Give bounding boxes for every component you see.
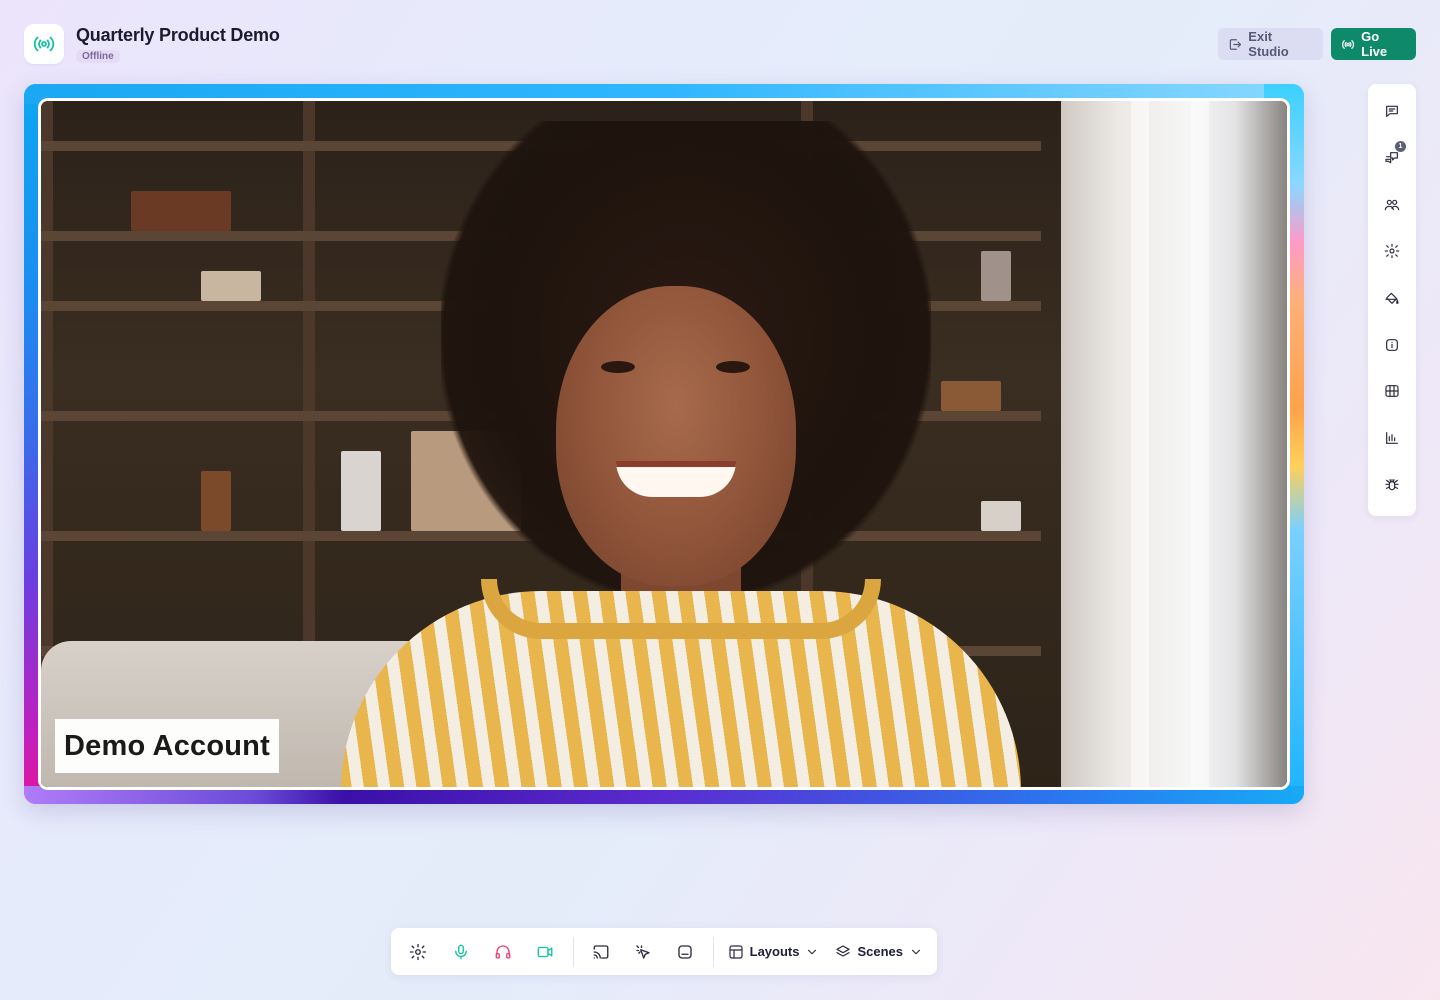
book xyxy=(131,191,231,231)
rail-settings-button[interactable] xyxy=(1376,236,1408,267)
exit-studio-button[interactable]: Exit Studio xyxy=(1218,28,1323,60)
video-scene xyxy=(41,101,1287,787)
book xyxy=(941,381,1001,411)
exit-studio-label: Exit Studio xyxy=(1248,29,1289,59)
page-title: Quarterly Product Demo xyxy=(76,25,280,45)
media-library-icon xyxy=(1385,385,1399,398)
broadcast-icon xyxy=(33,36,55,52)
settings-icon xyxy=(1384,244,1400,259)
camera-toggle[interactable] xyxy=(528,934,562,970)
participant-name-tag: Demo Account xyxy=(55,719,279,773)
cast-button[interactable] xyxy=(584,934,618,970)
shirt-collar xyxy=(481,579,881,639)
rail-branding-button[interactable] xyxy=(1376,283,1408,314)
microphone-toggle[interactable] xyxy=(443,934,477,970)
analytics-icon xyxy=(1386,432,1398,444)
scenes-label: Scenes xyxy=(857,944,904,959)
bug-icon xyxy=(1385,478,1399,490)
video-camera-icon xyxy=(537,946,553,957)
exit-icon xyxy=(1229,38,1242,50)
broadcast-stage: Demo Account xyxy=(24,84,1304,804)
person-face xyxy=(556,286,796,586)
book xyxy=(201,471,231,531)
book xyxy=(341,451,381,531)
private-chat-icon xyxy=(1385,152,1398,164)
title-block: Quarterly Product Demo Offline xyxy=(76,25,280,64)
pointer-button[interactable] xyxy=(626,934,660,970)
person-eye xyxy=(716,361,750,373)
device-settings-button[interactable] xyxy=(401,934,435,970)
curtain-fold xyxy=(1131,101,1149,787)
broadcast-logo xyxy=(24,24,64,64)
unread-badge: 1 xyxy=(1395,140,1406,152)
chat-icon xyxy=(1386,106,1398,118)
participants-icon xyxy=(1384,199,1400,210)
layers-icon xyxy=(836,944,851,957)
rail-chat-button[interactable] xyxy=(1376,96,1408,127)
chevron-down-icon xyxy=(911,949,921,954)
control-divider xyxy=(572,936,574,967)
book xyxy=(981,251,1011,301)
captions-icon xyxy=(678,944,693,959)
settings-icon xyxy=(410,943,427,960)
control-bar: Layouts Scenes xyxy=(391,928,937,975)
curtain-fold xyxy=(1191,101,1209,787)
rail-analytics-button[interactable] xyxy=(1376,423,1408,454)
layout-icon xyxy=(729,944,743,959)
book xyxy=(201,271,261,301)
headphones-toggle[interactable] xyxy=(486,934,520,970)
microphone-icon xyxy=(454,944,467,959)
rail-private-chat-button[interactable]: 1 xyxy=(1376,140,1408,174)
chevron-down-icon xyxy=(808,949,817,954)
rail-media-button[interactable] xyxy=(1376,376,1408,407)
rail-participants-button[interactable] xyxy=(1376,189,1408,220)
participant-video[interactable]: Demo Account xyxy=(38,98,1290,790)
layouts-label: Layouts xyxy=(749,944,800,959)
window xyxy=(1061,101,1287,787)
scenes-dropdown[interactable]: Scenes xyxy=(827,934,931,970)
info-icon xyxy=(1386,338,1398,351)
headphones-icon xyxy=(495,944,511,959)
book xyxy=(981,501,1021,531)
paint-bucket-icon xyxy=(1385,292,1399,304)
person-smile xyxy=(616,461,736,497)
pointer-click-icon xyxy=(636,944,650,959)
rail-debug-button[interactable] xyxy=(1376,469,1408,500)
go-live-label: Go Live xyxy=(1361,29,1388,59)
layouts-dropdown[interactable]: Layouts xyxy=(720,934,828,970)
person-eye xyxy=(601,361,635,373)
rail-info-button[interactable] xyxy=(1376,329,1408,360)
right-sidebar: 1 xyxy=(1368,84,1416,516)
status-badge: Offline xyxy=(76,50,120,63)
broadcast-icon xyxy=(1342,39,1355,49)
captions-button[interactable] xyxy=(668,934,702,970)
control-divider xyxy=(712,936,714,967)
go-live-button[interactable]: Go Live xyxy=(1331,28,1416,60)
cast-icon xyxy=(593,944,609,959)
